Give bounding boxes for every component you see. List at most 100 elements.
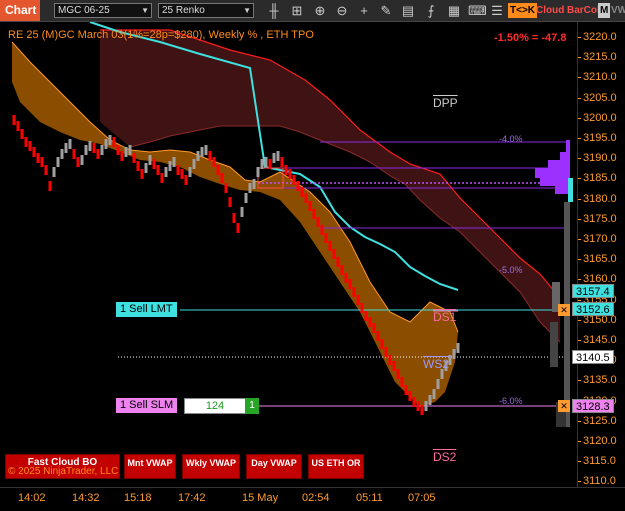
renko-brick-down <box>304 193 308 203</box>
price-tick: 3165.0 <box>578 253 617 266</box>
renko-brick-up <box>196 151 200 161</box>
renko-brick-down <box>184 175 188 185</box>
renko-brick-up <box>436 379 440 389</box>
renko-brick-down <box>376 331 380 341</box>
renko-brick-down <box>28 141 32 151</box>
renko-brick-up <box>272 153 276 163</box>
renko-brick-down <box>340 265 344 275</box>
instrument-label: MGC 06-25 <box>58 5 110 16</box>
renko-brick-down <box>152 159 156 169</box>
time-tick: 05:11 <box>356 492 383 504</box>
renko-brick-down <box>356 295 360 305</box>
instrument-selector[interactable]: MGC 06-25 ▼ <box>54 3 152 18</box>
renko-brick-down <box>72 149 76 159</box>
price-tick: 3115.0 <box>578 455 616 468</box>
chart-plot-area[interactable]: ✕ ✕ RE 25 (M)GC March 03(1%=28p=$280), W… <box>0 21 577 487</box>
day-vwap-button[interactable]: Day VWAP <box>246 454 302 479</box>
cloud-button[interactable]: Cloud <box>534 3 566 18</box>
pct4-label: -4.0% <box>499 134 523 144</box>
renko-brick-down <box>220 173 224 183</box>
copyright-text: © 2025 NinjaTrader, LLC <box>8 466 119 477</box>
renko-brick-down <box>372 323 376 333</box>
renko-brick-down <box>96 149 100 159</box>
renko-brick-up <box>148 155 152 165</box>
list-icon[interactable]: ☰ <box>489 3 505 19</box>
renko-brick-down <box>368 317 372 327</box>
renko-brick-down <box>120 151 124 161</box>
time-tick: 07:05 <box>408 492 436 504</box>
strategy-icon[interactable]: ▤ <box>400 3 416 19</box>
renko-brick-up <box>452 349 456 359</box>
renko-brick-down <box>36 153 40 163</box>
renko-brick-down <box>388 355 392 365</box>
drawing-tool-icon[interactable]: ✎ <box>378 3 394 19</box>
renko-brick-up <box>244 193 248 203</box>
renko-brick-down <box>360 303 364 313</box>
renko-brick-down <box>316 217 320 227</box>
pct6-label: -6.0% <box>499 396 523 406</box>
renko-brick-down <box>352 287 356 297</box>
order-quantity-count[interactable]: 1 <box>245 398 259 414</box>
indicator-icon[interactable]: ⨍ <box>423 3 439 19</box>
time-axis[interactable]: 14:02 14:32 15:18 17:42 15 May 02:54 05:11 07:0… <box>0 487 625 511</box>
renko-brick-down <box>140 169 144 179</box>
renko-brick-up <box>432 389 436 399</box>
price-tick: 3215.0 <box>578 51 617 64</box>
pnl-readout: -1.50% = -47.8 <box>494 32 567 44</box>
renko-brick-up <box>108 135 112 145</box>
renko-brick-up <box>424 401 428 411</box>
renko-brick-up <box>256 167 260 177</box>
price-tick: 3200.0 <box>578 111 617 124</box>
renko-brick-down <box>268 159 272 169</box>
svg-text:✕: ✕ <box>560 401 568 411</box>
barcol-button[interactable]: BarCol <box>565 3 602 18</box>
vww-button[interactable]: VWW <box>609 3 625 18</box>
renko-brick-down <box>136 161 140 171</box>
renko-brick-up <box>248 183 252 193</box>
crosshair-icon[interactable]: + <box>356 3 372 19</box>
bar-type-selector[interactable]: 25 Renko ▼ <box>158 3 254 18</box>
price-tick: 3185.0 <box>578 172 617 185</box>
zoom-in-icon[interactable]: ⊕ <box>312 3 328 19</box>
renko-brick-down <box>24 137 28 147</box>
renko-brick-down <box>48 181 52 191</box>
renko-brick-up <box>124 147 128 157</box>
chart-style-icon[interactable]: ⊞ <box>289 3 305 19</box>
renko-brick-down <box>288 169 292 179</box>
renko-brick-down <box>132 153 136 163</box>
price-tag-vwap: 3157.4 <box>572 284 614 298</box>
us-eth-or-button[interactable]: US ETH OR <box>308 454 364 479</box>
renko-brick-down <box>292 175 296 185</box>
renko-brick-down <box>412 397 416 407</box>
sell-lmt-order-tag[interactable]: 1 Sell LMT <box>116 302 177 317</box>
renko-brick-down <box>20 129 24 139</box>
chart-tab[interactable]: Chart <box>0 0 40 21</box>
renko-brick-down <box>156 165 160 175</box>
time-tick: 17:42 <box>178 492 206 504</box>
renko-brick-down <box>416 401 420 411</box>
chevron-down-icon: ▼ <box>141 6 149 15</box>
chart-trader-icon[interactable]: ▦ <box>446 3 462 19</box>
zoom-out-icon[interactable]: ⊖ <box>334 3 350 19</box>
tk-button[interactable]: T<>K <box>508 3 538 18</box>
price-axis[interactable]: 3220.0 3215.0 3210.0 3205.0 3200.0 3195.0 3190… <box>577 22 625 487</box>
mnt-vwap-button[interactable]: Mnt VWAP <box>124 454 176 479</box>
wkly-vwap-button[interactable]: Wkly VWAP <box>182 454 240 479</box>
sell-slm-order-tag[interactable]: 1 Sell SLM <box>116 398 178 413</box>
renko-brick-down <box>232 213 236 223</box>
renko-brick-up <box>128 145 132 155</box>
order-quantity-field[interactable]: 124 <box>184 398 246 414</box>
renko-brick-up <box>240 207 244 217</box>
bar-style-icon[interactable]: ╫ <box>266 3 282 19</box>
renko-brick-up <box>88 141 92 151</box>
renko-brick-down <box>396 369 400 379</box>
price-tick: 3110.0 <box>578 475 616 488</box>
renko-brick-up <box>200 147 204 157</box>
bar-type-label: 25 Renko <box>162 5 205 16</box>
renko-brick-down <box>348 279 352 289</box>
chevron-down-icon: ▼ <box>243 6 251 15</box>
properties-icon[interactable]: ⌨ <box>468 3 487 19</box>
renko-brick-down <box>392 361 396 371</box>
dpp-label: DPP <box>433 96 458 110</box>
renko-brick-down <box>384 347 388 357</box>
